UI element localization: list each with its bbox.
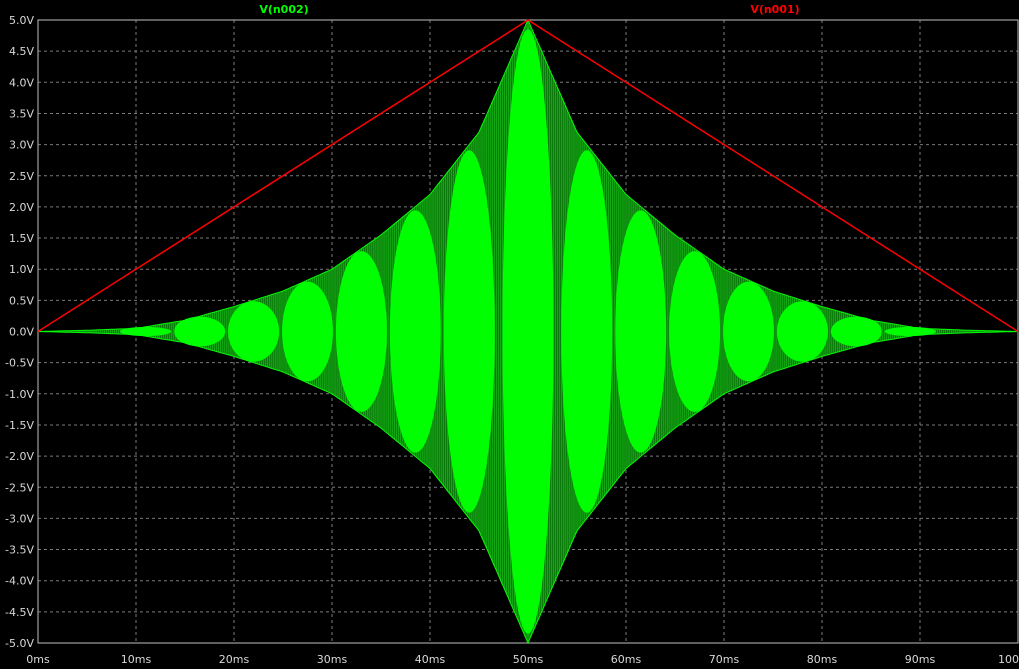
x-tick-label: 0ms <box>26 653 50 666</box>
y-tick-label: 2.5V <box>9 170 34 183</box>
v-n002-beat-lobe-0 <box>120 326 172 337</box>
x-tick-label: 60ms <box>611 653 642 666</box>
x-tick-label: 40ms <box>415 653 446 666</box>
x-tick-label: 10ms <box>121 653 152 666</box>
x-tick-label: 80ms <box>807 653 838 666</box>
y-tick-label: 1.0V <box>9 263 34 276</box>
y-tick-label: 4.5V <box>9 45 34 58</box>
y-tick-label: 0.0V <box>9 326 34 339</box>
y-tick-label: -3.5V <box>5 544 34 557</box>
y-tick-label: -4.0V <box>5 575 34 588</box>
x-tick-label: 70ms <box>709 653 740 666</box>
waveform-plot[interactable]: 5.0V 4.5V 4.0V 3.5V 3.0V 2.5V 2.0V 1.5V 1.0V 0.5V… <box>0 0 1019 669</box>
v-n002-beat-lobe-13 <box>830 316 882 347</box>
v-n002-beat-lobe-3 <box>282 281 333 382</box>
x-tick-label: 20ms <box>219 653 250 666</box>
y-tick-label: 2.0V <box>9 201 34 214</box>
y-tick-label: -5.0V <box>5 637 34 650</box>
x-tick-label: 90ms <box>905 653 936 666</box>
y-tick-label: -1.0V <box>5 388 34 401</box>
v-n002-beat-lobe-9 <box>615 210 667 453</box>
v-n002-beat-lobe-11 <box>723 281 774 382</box>
y-tick-label: 3.0V <box>9 139 34 152</box>
v-n002-beat-lobe-10 <box>669 251 721 412</box>
v-n002-beat-lobe-1 <box>174 316 226 347</box>
x-tick-label: 30ms <box>317 653 348 666</box>
v-n002-beat-lobe-2 <box>228 301 280 362</box>
v-n002-beat-lobe-6 <box>443 150 495 513</box>
v-n002-beat-lobe-14 <box>884 326 936 337</box>
legend-label-v-n002[interactable]: V(n002) <box>259 3 308 16</box>
y-tick-label: -3.0V <box>5 512 34 525</box>
y-tick-label: -0.5V <box>5 357 34 370</box>
v-n002-beat-lobe-4 <box>335 251 387 412</box>
v-n002-beat-lobe-12 <box>776 301 828 362</box>
y-axis-tick-labels: 5.0V 4.5V 4.0V 3.5V 3.0V 2.5V 2.0V 1.5V 1.0V 0.5V… <box>5 14 34 650</box>
y-tick-label: 4.0V <box>9 76 34 89</box>
x-tick-label: 50ms <box>513 653 544 666</box>
y-tick-label: -2.5V <box>5 481 34 494</box>
y-tick-label: 5.0V <box>9 14 34 27</box>
v-n002-beat-lobe-8 <box>561 150 613 513</box>
v-n002-beat-lobe-5 <box>389 210 441 453</box>
x-tick-label: 100 <box>998 653 1019 666</box>
legend-label-v-n001[interactable]: V(n001) <box>750 3 799 16</box>
y-tick-label: 1.5V <box>9 232 34 245</box>
y-tick-label: -2.0V <box>5 450 34 463</box>
y-tick-label: -4.5V <box>5 606 34 619</box>
y-tick-label: -1.5V <box>5 419 34 432</box>
y-tick-label: 3.5V <box>9 107 34 120</box>
y-tick-label: 0.5V <box>9 294 34 307</box>
